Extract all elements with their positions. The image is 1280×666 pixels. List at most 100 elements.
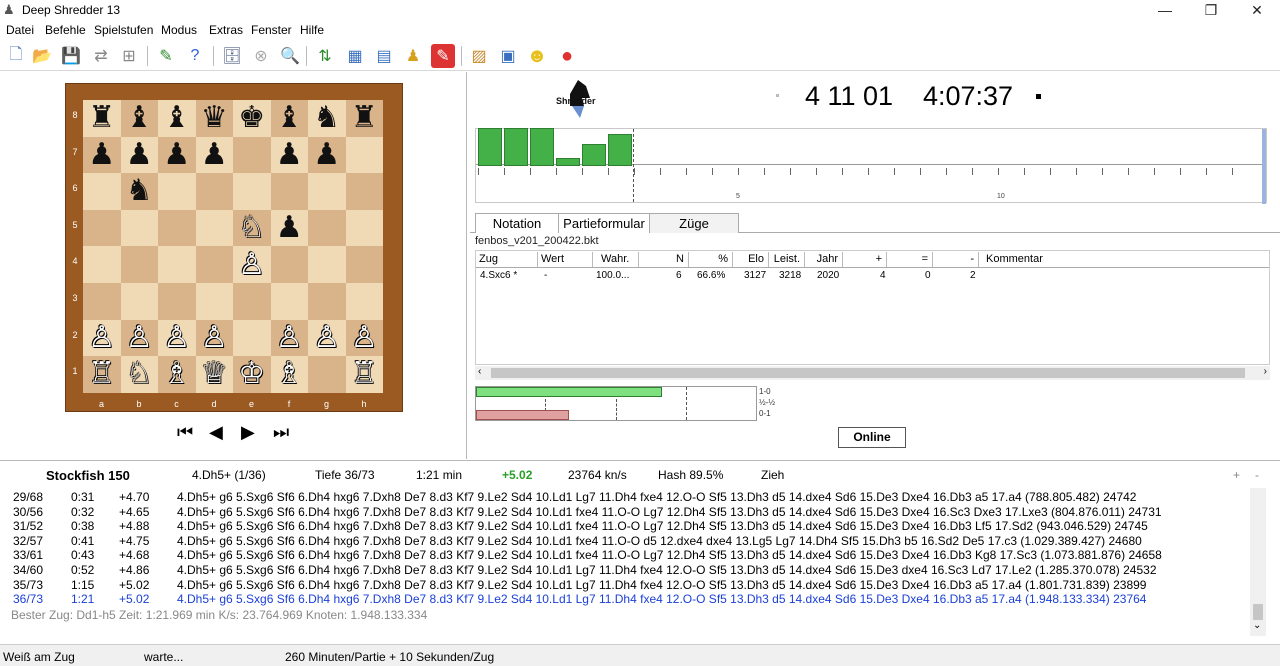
scroll-down-icon[interactable]: ⌄ xyxy=(1253,620,1261,631)
board-square[interactable] xyxy=(345,282,383,320)
close-button[interactable]: ✕ xyxy=(1234,0,1280,20)
board-square[interactable] xyxy=(83,173,121,210)
board-square[interactable]: ♝ xyxy=(270,100,308,137)
angry-face-icon[interactable]: ● xyxy=(555,44,579,68)
window-layout-icon[interactable]: ▤ xyxy=(372,44,396,68)
column-header[interactable]: N xyxy=(639,252,689,267)
board-square[interactable] xyxy=(270,282,308,320)
board-square[interactable]: ♖ xyxy=(83,356,121,393)
board-square[interactable] xyxy=(158,246,196,283)
board-square[interactable]: ♙ xyxy=(345,319,383,357)
board-square[interactable] xyxy=(83,246,121,283)
shredder-online-icon[interactable]: ✎ xyxy=(431,44,455,68)
board-square[interactable] xyxy=(120,282,158,320)
black-piece[interactable]: ♝ xyxy=(276,103,303,133)
white-piece[interactable]: ♙ xyxy=(351,322,378,353)
black-piece[interactable]: ♟ xyxy=(88,139,115,170)
white-piece[interactable]: ♕ xyxy=(201,359,228,389)
analysis-icon[interactable]: ✎ xyxy=(154,44,178,68)
help-icon[interactable]: ? xyxy=(183,44,207,68)
menu-extras[interactable]: Extras xyxy=(209,23,243,37)
black-piece[interactable]: ♜ xyxy=(88,103,115,133)
board-square[interactable]: ♟ xyxy=(158,136,196,174)
board-square[interactable] xyxy=(308,246,346,283)
menu-datei[interactable]: Datei xyxy=(6,23,34,37)
new-document-icon[interactable]: 🗋 xyxy=(4,44,28,68)
board-square[interactable] xyxy=(233,173,271,210)
table-horizontal-scrollbar[interactable]: ‹ › xyxy=(475,366,1270,380)
white-piece[interactable]: ♔ xyxy=(238,359,265,389)
board-square[interactable]: ♞ xyxy=(120,173,158,210)
board-square[interactable]: ♘ xyxy=(120,356,158,393)
black-piece[interactable]: ♛ xyxy=(201,103,228,133)
board-square[interactable] xyxy=(120,209,158,247)
board-square[interactable] xyxy=(158,282,196,320)
board-square[interactable]: ♙ xyxy=(83,319,121,357)
online-button[interactable]: Online xyxy=(838,427,906,448)
maximize-button[interactable]: ❐ xyxy=(1188,0,1234,20)
flip-board-icon[interactable]: ⇄ xyxy=(89,44,113,68)
calendar-icon[interactable]: ▦ xyxy=(343,44,367,68)
scroll-left-icon[interactable]: ‹ xyxy=(478,366,481,377)
board-square[interactable]: ♜ xyxy=(83,100,121,137)
board-square[interactable] xyxy=(158,209,196,247)
chess-board[interactable]: ♜ ♝ ♝ ♛ ♚ ♝ ♞ ♜ ♟ ♟ ♟ ♟ ♟ ♟ ♞ ♘ ♟ ♙ ♙ ♙ ♙ ♙ ♙ ♙ ♙ ♖ ♘ ♗ ♕ ♔ ♗ ♖ xyxy=(83,100,383,393)
menu-modus[interactable]: Modus xyxy=(161,23,197,37)
black-piece[interactable]: ♟ xyxy=(276,139,303,170)
white-piece[interactable]: ♗ xyxy=(163,359,190,389)
board-square[interactable]: ♙ xyxy=(195,319,233,357)
column-header[interactable]: - xyxy=(933,252,979,267)
smiley-icon[interactable]: ☻ xyxy=(525,44,549,68)
black-piece[interactable]: ♟ xyxy=(276,213,303,243)
board-square[interactable] xyxy=(120,246,158,283)
stop-icon[interactable]: ⊗ xyxy=(249,44,273,68)
scroll-thumb[interactable] xyxy=(491,368,1245,378)
menu-fenster[interactable]: Fenster xyxy=(251,23,292,37)
column-header[interactable]: Wert xyxy=(538,252,593,267)
board-square[interactable]: ♜ xyxy=(345,100,383,137)
tab-zuege[interactable]: Züge xyxy=(649,213,739,233)
black-piece[interactable]: ♟ xyxy=(313,139,340,170)
board-square[interactable]: ♟ xyxy=(270,209,308,247)
board-square[interactable] xyxy=(195,282,233,320)
column-header[interactable]: Leist. xyxy=(769,252,805,267)
search-icon[interactable]: 🔍 xyxy=(278,44,302,68)
board-square[interactable] xyxy=(345,209,383,247)
column-header[interactable]: Zug xyxy=(476,252,538,267)
black-piece[interactable]: ♞ xyxy=(313,103,340,133)
white-piece[interactable]: ♖ xyxy=(351,359,378,389)
white-piece[interactable]: ♙ xyxy=(201,322,228,353)
board-square[interactable]: ♙ xyxy=(308,319,346,357)
board-square[interactable]: ♖ xyxy=(345,356,383,393)
last-move-button[interactable]: ⏭ xyxy=(273,422,289,442)
pawn-icon[interactable]: ♟ xyxy=(401,44,425,68)
column-header[interactable]: Elo xyxy=(733,252,769,267)
board-square[interactable]: ♝ xyxy=(158,100,196,137)
picture-icon[interactable]: ▣ xyxy=(496,44,520,68)
tab-notation[interactable]: Notation xyxy=(475,213,559,233)
column-header[interactable]: Jahr xyxy=(805,252,843,267)
previous-move-button[interactable]: ◀ xyxy=(209,422,223,442)
board-square[interactable]: ♙ xyxy=(120,319,158,357)
board-square[interactable]: ♗ xyxy=(270,356,308,393)
board-square[interactable]: ♗ xyxy=(158,356,196,393)
first-move-button[interactable]: ⏮ xyxy=(177,422,193,442)
white-piece[interactable]: ♙ xyxy=(238,249,265,280)
board-square[interactable] xyxy=(270,246,308,283)
black-piece[interactable]: ♚ xyxy=(238,103,265,133)
next-move-button[interactable]: ▶ xyxy=(241,422,255,442)
black-piece[interactable]: ♝ xyxy=(163,103,190,133)
board-square[interactable]: ♝ xyxy=(120,100,158,137)
board-square[interactable]: ♟ xyxy=(308,136,346,174)
tournament-icon[interactable]: ▨ xyxy=(467,44,491,68)
board-square[interactable]: ♙ xyxy=(233,246,271,283)
save-icon[interactable]: 💾 xyxy=(59,44,83,68)
white-piece[interactable]: ♖ xyxy=(88,359,115,389)
board-square[interactable] xyxy=(195,209,233,247)
board-square[interactable]: ♙ xyxy=(158,319,196,357)
board-square[interactable]: ♘ xyxy=(233,209,271,247)
board-square[interactable]: ♛ xyxy=(195,100,233,137)
board-square[interactable] xyxy=(233,136,271,174)
menu-spielstufen[interactable]: Spielstufen xyxy=(94,23,153,37)
white-piece[interactable]: ♙ xyxy=(163,322,190,353)
